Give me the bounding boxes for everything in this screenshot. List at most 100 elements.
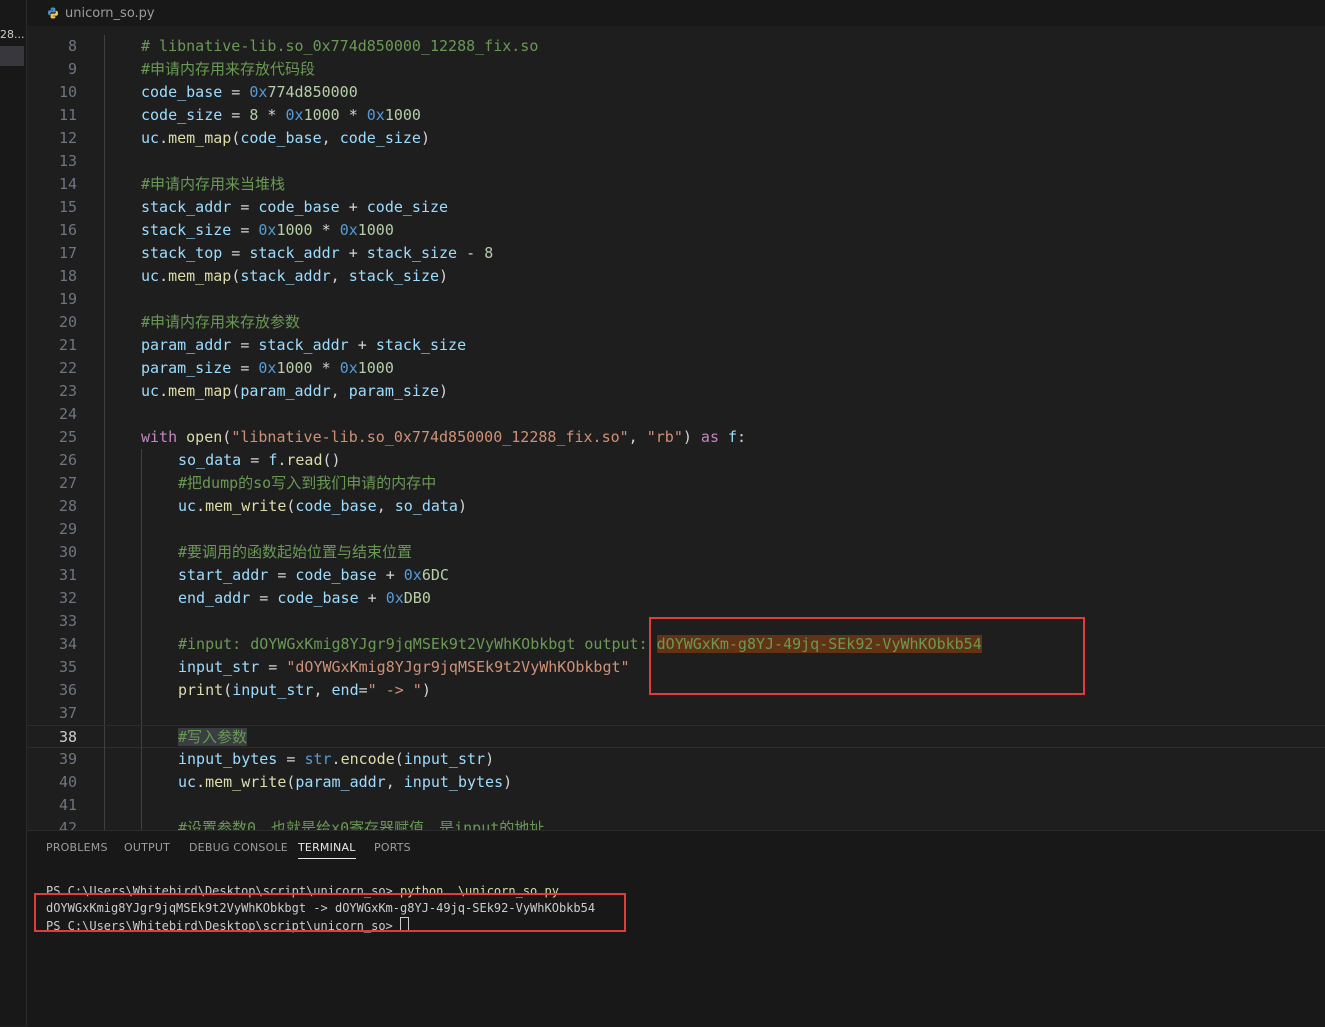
code-text: input_bytes = str.encode(input_str) [178, 748, 494, 771]
tab-ports[interactable]: PORTS [374, 841, 411, 854]
code-line[interactable]: 14 #申请内存用来当堆栈 [27, 173, 1325, 196]
indent-guide [141, 702, 142, 725]
code-line[interactable]: 28 uc.mem_write(code_base, so_data) [27, 495, 1325, 518]
line-number: 20 [58, 313, 77, 331]
code-text: param_addr = stack_addr + stack_size [141, 334, 466, 357]
code-token: mem_map [168, 382, 232, 400]
indent-guide [104, 104, 105, 127]
code-line[interactable]: 17 stack_top = stack_addr + stack_size - … [27, 242, 1325, 265]
code-token: 0x [339, 359, 358, 377]
code-line[interactable]: 27 #把dump的so写入到我们申请的内存中 [27, 472, 1325, 495]
code-line[interactable]: 22 param_size = 0x1000 * 0x1000 [27, 357, 1325, 380]
python-file-icon [48, 7, 58, 19]
code-line[interactable]: 8 # libnative-lib.so_0x774d850000_12288_f… [27, 35, 1325, 58]
code-line[interactable]: 41 [27, 794, 1325, 817]
code-token: # libnative-lib.so_0x774d850000_12288_fi… [141, 37, 539, 55]
line-number: 30 [58, 543, 77, 561]
code-token: #申请内存用来当堆栈 [141, 175, 286, 193]
code-text: code_base = 0x774d850000 [141, 81, 358, 104]
code-token: code_base [295, 497, 377, 515]
code-token: = [231, 221, 259, 239]
code-token: () [322, 451, 341, 469]
code-token: . [159, 129, 169, 147]
sidebar-selection[interactable] [0, 46, 24, 66]
indent-guide [104, 679, 105, 702]
code-line[interactable]: 32 end_addr = code_base + 0xDB0 [27, 587, 1325, 610]
code-line[interactable]: 39 input_bytes = str.encode(input_str) [27, 748, 1325, 771]
code-line[interactable]: 11 code_size = 8 * 0x1000 * 0x1000 [27, 104, 1325, 127]
code-line[interactable]: 25 with open("libnative-lib.so_0x774d8500… [27, 426, 1325, 449]
line-number: 8 [67, 37, 77, 55]
line-number: 35 [58, 658, 77, 676]
code-line[interactable]: 37 [27, 702, 1325, 725]
code-text: param_size = 0x1000 * 0x1000 [141, 357, 394, 380]
code-token: code_base [141, 83, 223, 101]
code-token: 0x [285, 106, 304, 124]
code-text: stack_addr = code_base + code_size [141, 196, 448, 219]
tab-terminal[interactable]: TERMINAL [298, 841, 356, 859]
code-token: = [231, 198, 259, 216]
tab-problems[interactable]: PROBLEMS [46, 841, 108, 854]
code-text: code_size = 8 * 0x1000 * 0x1000 [141, 104, 421, 127]
code-token: = [358, 681, 368, 699]
code-line[interactable]: 29 [27, 518, 1325, 541]
code-line[interactable]: 21 param_addr = stack_addr + stack_size [27, 334, 1325, 357]
code-token: = [222, 244, 250, 262]
code-line[interactable]: 18 uc.mem_map(stack_addr, stack_size) [27, 265, 1325, 288]
code-token: ( [231, 382, 241, 400]
code-token: stack_addr [249, 244, 340, 262]
code-token: 0x [403, 566, 422, 584]
code-token: #申请内存用来存放参数 [141, 313, 301, 331]
bottom-panel: PROBLEMS OUTPUT DEBUG CONSOLE TERMINAL P… [27, 830, 1325, 1027]
code-line[interactable]: 38 #写入参数 [27, 725, 1325, 749]
line-number: 17 [58, 244, 77, 262]
code-line[interactable]: 30 #要调用的函数起始位置与结束位置 [27, 541, 1325, 564]
code-token: . [159, 382, 169, 400]
code-token: #input: dOYWGxKmig8YJgr9jqMSEk9t2VyWhKOb… [178, 635, 657, 653]
code-token: as [700, 428, 719, 446]
line-number: 33 [58, 612, 77, 630]
code-line[interactable]: 12 uc.mem_map(code_base, code_size) [27, 127, 1325, 150]
code-line[interactable]: 16 stack_size = 0x1000 * 0x1000 [27, 219, 1325, 242]
code-token: , [385, 773, 404, 791]
indent-guide [104, 242, 105, 265]
code-line[interactable]: 42 #设置参数0，也就是给x0寄存器赋值，是input的地址 [27, 817, 1325, 830]
indent-guide [141, 449, 142, 472]
code-text: uc.mem_write(code_base, so_data) [178, 495, 467, 518]
code-line[interactable]: 20 #申请内存用来存放参数 [27, 311, 1325, 334]
code-token: ) [439, 382, 449, 400]
line-number: 38 [58, 728, 77, 746]
code-line[interactable]: 10 code_base = 0x774d850000 [27, 81, 1325, 104]
code-token: 6DC [421, 566, 449, 584]
code-token: = [277, 750, 305, 768]
code-token: mem_map [168, 129, 232, 147]
tab-unicorn-so[interactable]: unicorn_so.py [41, 0, 165, 26]
code-line[interactable]: 31 start_addr = code_base + 0x6DC [27, 564, 1325, 587]
code-token: , [628, 428, 647, 446]
line-number: 16 [58, 221, 77, 239]
code-line[interactable]: 40 uc.mem_write(param_addr, input_bytes) [27, 771, 1325, 794]
indent-guide [104, 495, 105, 518]
indent-guide [104, 518, 105, 541]
code-token: input_str [232, 681, 314, 699]
code-text: #把dump的so写入到我们申请的内存中 [178, 472, 436, 495]
indent-guide [141, 794, 142, 817]
code-token: 1000 [384, 106, 421, 124]
code-line[interactable]: 26 so_data = f.read() [27, 449, 1325, 472]
code-line[interactable]: 15 stack_addr = code_base + code_size [27, 196, 1325, 219]
code-line[interactable]: 19 [27, 288, 1325, 311]
code-token: = [222, 83, 250, 101]
code-token: code_base [295, 566, 377, 584]
tab-debug-console[interactable]: DEBUG CONSOLE [189, 841, 288, 854]
code-token: code_size [141, 106, 223, 124]
code-line[interactable]: 24 [27, 403, 1325, 426]
tab-output[interactable]: OUTPUT [124, 841, 170, 854]
code-editor[interactable]: 42 #设置参数0，也就是给x0寄存器赋值，是input的地址 41 40 uc.mem… [27, 26, 1325, 830]
code-token: so_data [178, 451, 242, 469]
code-line[interactable]: 23 uc.mem_map(param_addr, param_size) [27, 380, 1325, 403]
code-line[interactable]: 13 [27, 150, 1325, 173]
indent-guide [104, 587, 105, 610]
indent-guide [104, 288, 105, 311]
code-line[interactable]: 9 #申请内存用来存放代码段 [27, 58, 1325, 81]
